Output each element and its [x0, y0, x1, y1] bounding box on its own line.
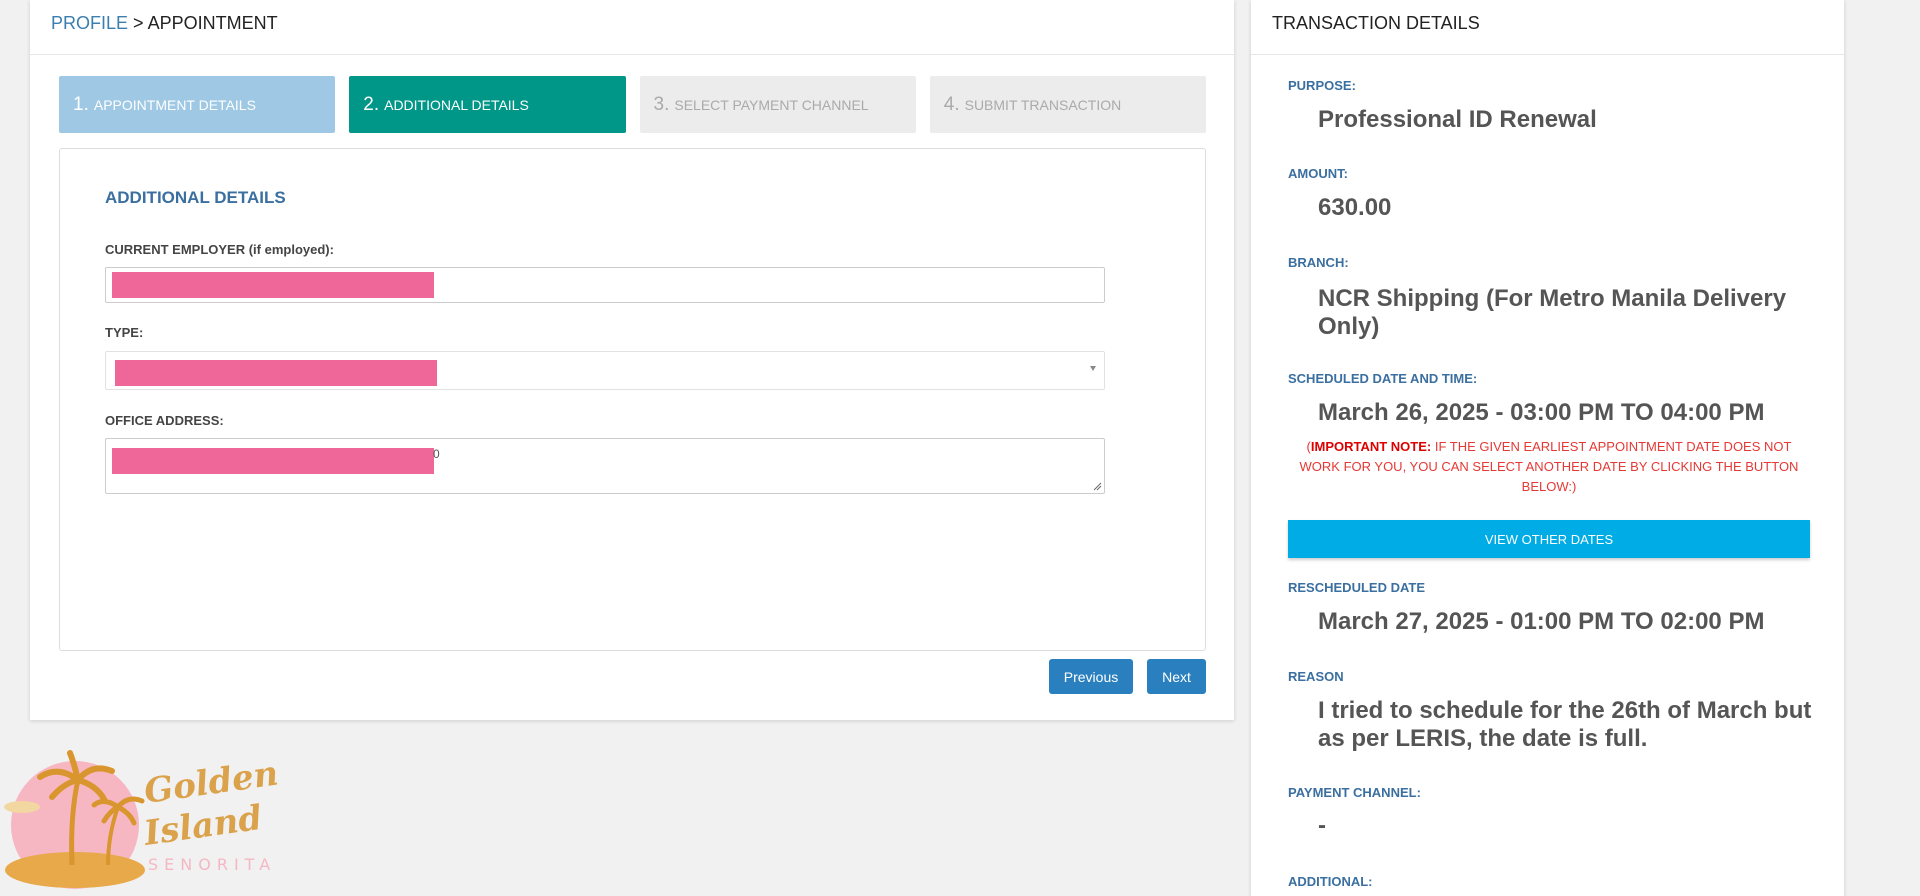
address-textarea[interactable]: 0 [105, 438, 1105, 494]
breadcrumb-profile-link[interactable]: PROFILE [51, 13, 128, 33]
appointment-card: PROFILE > APPOINTMENT 1. APPOINTMENT DET… [30, 0, 1234, 720]
reason-label: REASON [1288, 669, 1344, 684]
payment-channel-value: - [1318, 812, 1326, 839]
breadcrumb-separator: > [128, 13, 148, 33]
address-label: OFFICE ADDRESS: [105, 413, 224, 428]
step-number: 4. [943, 93, 960, 115]
reason-value: I tried to schedule for the 26th of Marc… [1318, 697, 1812, 752]
additional-label: ADDITIONAL: [1288, 874, 1373, 889]
schedule-label: SCHEDULED DATE AND TIME: [1288, 371, 1478, 386]
purpose-value: Professional ID Renewal [1318, 106, 1597, 133]
amount-value: 630.00 [1318, 194, 1392, 221]
note-strong: IMPORTANT NOTE: [1310, 439, 1432, 454]
type-select[interactable] [105, 351, 1105, 390]
wizard-steps: 1. APPOINTMENT DETAILS 2. ADDITIONAL DET… [59, 76, 1206, 133]
breadcrumb: PROFILE > APPOINTMENT [30, 0, 1234, 55]
step-label: SUBMIT TRANSACTION [964, 96, 1122, 113]
rescheduled-label: RESCHEDULED DATE [1288, 580, 1425, 595]
address-partial-text: 0 [433, 447, 440, 461]
logo-text-golden: Golden [142, 754, 281, 812]
branch-value: NCR Shipping (For Metro Manila Delivery … [1318, 285, 1787, 340]
step-number: 2. [363, 93, 380, 115]
branch-label: BRANCH: [1288, 255, 1349, 270]
step-select-payment-channel[interactable]: 3. SELECT PAYMENT CHANNEL [639, 76, 916, 133]
resize-handle-icon[interactable] [1092, 481, 1102, 491]
step-submit-transaction[interactable]: 4. SUBMIT TRANSACTION [929, 76, 1206, 133]
additional-details-form: ADDITIONAL DETAILS CURRENT EMPLOYER (if … [59, 148, 1206, 651]
logo-text-senorita: SENORITA [148, 855, 276, 874]
redaction-block [112, 272, 434, 298]
step-additional-details[interactable]: 2. ADDITIONAL DETAILS [349, 76, 626, 133]
form-title: ADDITIONAL DETAILS [105, 188, 286, 207]
rescheduled-value: March 27, 2025 - 01:00 PM TO 02:00 PM [1318, 608, 1765, 635]
purpose-label: PURPOSE: [1288, 78, 1356, 93]
employer-input[interactable] [105, 267, 1105, 303]
amount-label: AMOUNT: [1288, 166, 1348, 181]
previous-button[interactable]: Previous [1049, 659, 1133, 694]
schedule-value: March 26, 2025 - 03:00 PM TO 04:00 PM [1318, 399, 1765, 426]
step-label: SELECT PAYMENT CHANNEL [674, 96, 869, 113]
step-number: 3. [653, 93, 670, 115]
transaction-header: TRANSACTION DETAILS [1251, 0, 1844, 55]
view-other-dates-button[interactable]: VIEW OTHER DATES [1288, 520, 1810, 558]
next-button[interactable]: Next [1147, 659, 1206, 694]
payment-channel-label: PAYMENT CHANNEL: [1288, 785, 1421, 800]
step-label: APPOINTMENT DETAILS [93, 96, 256, 113]
breadcrumb-current: APPOINTMENT [147, 13, 278, 33]
important-note: (IMPORTANT NOTE: IF THE GIVEN EARLIEST A… [1288, 437, 1810, 497]
employer-label: CURRENT EMPLOYER (if employed): [105, 242, 334, 257]
chevron-down-icon [1090, 366, 1096, 371]
golden-island-logo: Golden Island SENORITA [0, 745, 290, 895]
type-label: TYPE: [105, 325, 144, 340]
step-appointment-details[interactable]: 1. APPOINTMENT DETAILS [59, 76, 336, 133]
redaction-block [112, 448, 434, 474]
transaction-details-card: TRANSACTION DETAILS PURPOSE: Professiona… [1251, 0, 1844, 896]
step-number: 1. [73, 93, 89, 115]
step-label: ADDITIONAL DETAILS [384, 96, 529, 113]
redaction-block [115, 360, 437, 386]
